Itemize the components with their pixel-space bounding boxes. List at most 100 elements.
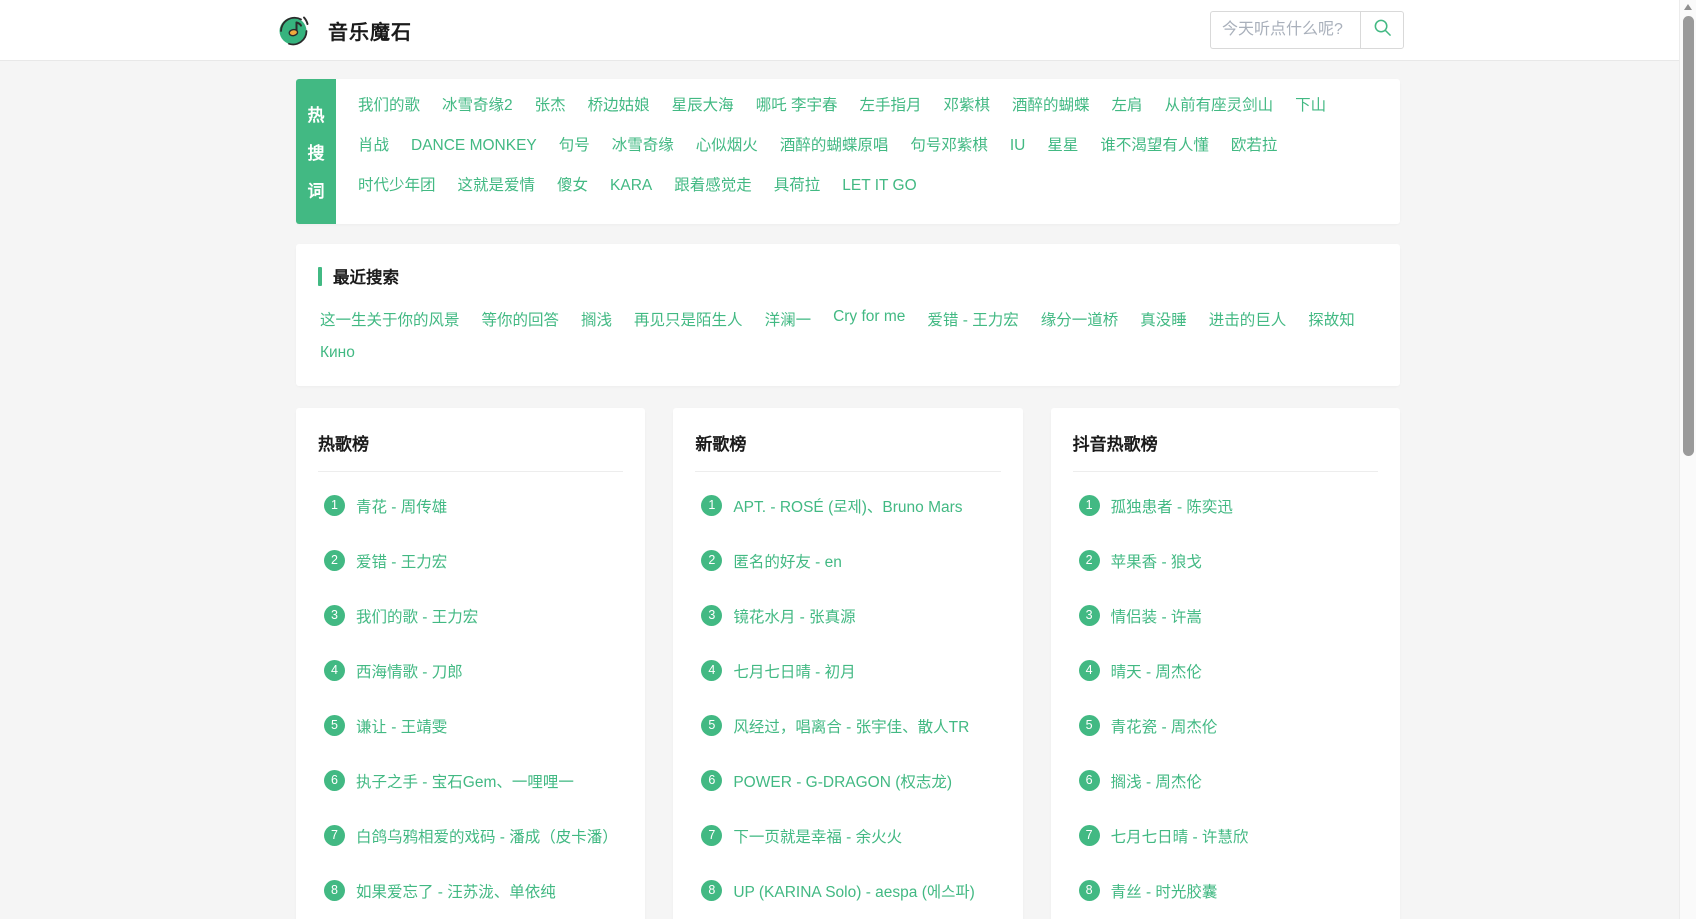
hot-search-term[interactable]: 下山 [1295,95,1326,117]
song-name: 谦让 - 王靖雯 [356,718,448,736]
song-row[interactable]: 2 匿名的好友 - en [695,533,1000,588]
hot-search-term[interactable]: 句号邓紫棋 [910,135,988,157]
song-row[interactable]: 6 执子之手 - 宝石Gem、一哩哩一 [318,753,623,808]
song-name: 爱错 - 王力宏 [356,553,448,571]
rank-card: 抖音热歌榜 1 孤独患者 - 陈奕迅 2 苹果香 - 狼戈 3 情侣装 - 许嵩 4 晴天 - … [1050,408,1400,919]
hot-search-term[interactable]: 左手指月 [860,95,922,117]
hot-search-term[interactable]: LET IT GO [842,175,916,197]
song-row[interactable]: 6 搁浅 - 周杰伦 [1073,753,1378,808]
rank-badge: 4 [1078,660,1100,681]
rank-badge: 3 [1078,605,1100,626]
hot-search-term[interactable]: 桥边姑娘 [588,95,650,117]
hot-search-term[interactable]: 心似烟火 [696,135,758,157]
song-row[interactable]: 4 西海情歌 - 刀郎 [318,643,623,698]
song-row[interactable]: 3 镜花水月 - 张真源 [695,588,1000,643]
recent-search-term[interactable]: 真没睡 [1140,308,1187,330]
song-name: 匿名的好友 - en [733,553,842,571]
hot-search-term[interactable]: 谁不渴望有人懂 [1100,135,1209,157]
song-name: 下一页就是幸福 - 余火火 [733,828,903,846]
recent-search-term[interactable]: 爱错 - 王力宏 [927,308,1018,330]
song-row[interactable]: 7 七月七日晴 - 许慧欣 [1073,808,1378,863]
hot-search-term[interactable]: 欧若拉 [1231,135,1278,157]
hot-search-term[interactable]: 冰雪奇缘2 [442,95,513,117]
search-input[interactable] [1210,11,1360,49]
hot-search-term[interactable]: 张杰 [535,95,566,117]
recent-search-term[interactable]: 这一生关于你的风景 [320,308,460,330]
recent-search-term[interactable]: 等你的回答 [482,308,560,330]
rank-badge: 5 [324,715,345,736]
hot-search-term[interactable]: 星星 [1047,135,1078,157]
hot-search-term[interactable]: 具荷拉 [774,175,821,197]
hot-search-term[interactable]: 肖战 [358,135,389,157]
song-row[interactable]: 1 青花 - 周传雄 [318,478,623,533]
hot-search-term[interactable]: 傻女 [557,175,588,197]
song-row[interactable]: 5 风经过，唱离合 - 张宇佳、散人TR [695,698,1000,753]
rank-badge: 8 [701,880,723,901]
hot-search-term[interactable]: 酒醉的蝴蝶原唱 [780,135,889,157]
recent-search-term[interactable]: Кино [320,344,355,362]
rank-badge: 5 [701,715,723,736]
rank-card-title: 抖音热歌榜 [1072,430,1378,472]
hot-search-term[interactable]: 左肩 [1112,95,1143,117]
song-row[interactable]: 8 青丝 - 时光胶囊 [1073,863,1378,918]
song-row[interactable]: 7 白鸽乌鸦相爱的戏码 - 潘成（皮卡潘） [318,808,623,863]
song-name: POWER - G-DRAGON (权志龙) [733,773,953,791]
hot-search-term[interactable]: KARA [610,175,652,197]
song-row[interactable]: 3 我们的歌 - 王力宏 [318,588,623,643]
song-name: 七月七日晴 - 初月 [733,663,856,681]
recent-search-term-list: 这一生关于你的风景 等你的回答 搁浅 再见只是陌生人 洋澜一 Cry for me 爱错 -… [318,308,1378,362]
hot-search-term[interactable]: 句号 [559,135,590,157]
song-row[interactable]: 3 情侣装 - 许嵩 [1073,588,1378,643]
rank-badge: 7 [1078,825,1100,846]
recent-search-term[interactable]: 再见只是陌生人 [634,308,743,330]
hot-search-term[interactable]: 星辰大海 [672,95,734,117]
hot-search-term[interactable]: 邓紫棋 [944,95,991,117]
song-row[interactable]: 8 UP (KARINA Solo) - aespa (에스파) [695,863,1000,918]
rank-badge: 2 [324,550,345,571]
recent-search-term[interactable]: 洋澜一 [765,308,812,330]
hot-search-term[interactable]: 从前有座灵剑山 [1165,95,1274,117]
search-button[interactable] [1360,11,1404,49]
rank-badge: 8 [1078,880,1100,901]
recent-search-term[interactable]: 搁浅 [581,308,612,330]
brand[interactable]: 音乐魔石 [274,10,412,50]
hot-search-term[interactable]: 我们的歌 [358,95,420,117]
song-row[interactable]: 7 下一页就是幸福 - 余火火 [695,808,1000,863]
rank-badge: 3 [701,605,723,626]
song-row[interactable]: 1 孤独患者 - 陈奕迅 [1073,478,1378,533]
song-name: 我们的歌 - 王力宏 [356,608,479,626]
recent-search-term[interactable]: Cry for me [833,308,905,330]
scrollbar-thumb[interactable] [1683,16,1694,456]
song-row[interactable]: 6 POWER - G-DRAGON (权志龙) [695,753,1000,808]
rank-badge: 2 [701,550,723,571]
recent-search-term[interactable]: 探故知 [1308,308,1355,330]
hot-search-term[interactable]: 跟着感觉走 [674,175,752,197]
song-row[interactable]: 5 青花瓷 - 周杰伦 [1073,698,1378,753]
recent-search-term[interactable]: 缘分一道桥 [1041,308,1119,330]
song-row[interactable]: 5 谦让 - 王靖雯 [318,698,623,753]
song-row[interactable]: 8 如果爱忘了 - 汪苏泷、单依纯 [318,863,623,918]
recent-search-term[interactable]: 进击的巨人 [1209,308,1287,330]
song-name: 晴天 - 周杰伦 [1110,663,1202,681]
hot-search-term[interactable]: 冰雪奇缘 [612,135,674,157]
scroll-up-arrow-icon[interactable] [1684,4,1692,10]
hot-search-term[interactable]: 时代少年团 [358,175,436,197]
song-row[interactable]: 2 爱错 - 王力宏 [318,533,623,588]
hot-search-term[interactable]: 哪吒 李宇春 [756,95,838,117]
song-row[interactable]: 4 晴天 - 周杰伦 [1073,643,1378,698]
hot-label-char-2: 词 [307,182,325,201]
hot-search-term[interactable]: 酒醉的蝴蝶 [1012,95,1090,117]
page-scrollbar[interactable] [1679,0,1696,919]
hot-search-term[interactable]: 这就是爱情 [458,175,536,197]
song-row[interactable]: 4 七月七日晴 - 初月 [695,643,1000,698]
song-row[interactable]: 2 苹果香 - 狼戈 [1073,533,1378,588]
recent-search-title: 最近搜索 [333,269,399,287]
hot-search-term[interactable]: DANCE MONKEY [411,135,537,157]
song-name: 如果爱忘了 - 汪苏泷、单依纯 [356,883,556,901]
song-name: 搁浅 - 周杰伦 [1110,773,1202,791]
hot-search-term[interactable]: IU [1010,135,1026,157]
rank-card: 新歌榜 1 APT. - ROSÉ (로제)、Bruno Mars 2 匿名的好友 - … [673,408,1023,919]
song-row[interactable]: 1 APT. - ROSÉ (로제)、Bruno Mars [695,478,1000,533]
hot-search-term-list: 我们的歌 冰雪奇缘2 张杰 桥边姑娘 星辰大海 哪吒 李宇春 左手指月 邓紫棋 酒醉的蝴蝶 左肩从… [336,79,1400,224]
song-name: APT. - ROSÉ (로제)、Bruno Mars [733,498,963,516]
